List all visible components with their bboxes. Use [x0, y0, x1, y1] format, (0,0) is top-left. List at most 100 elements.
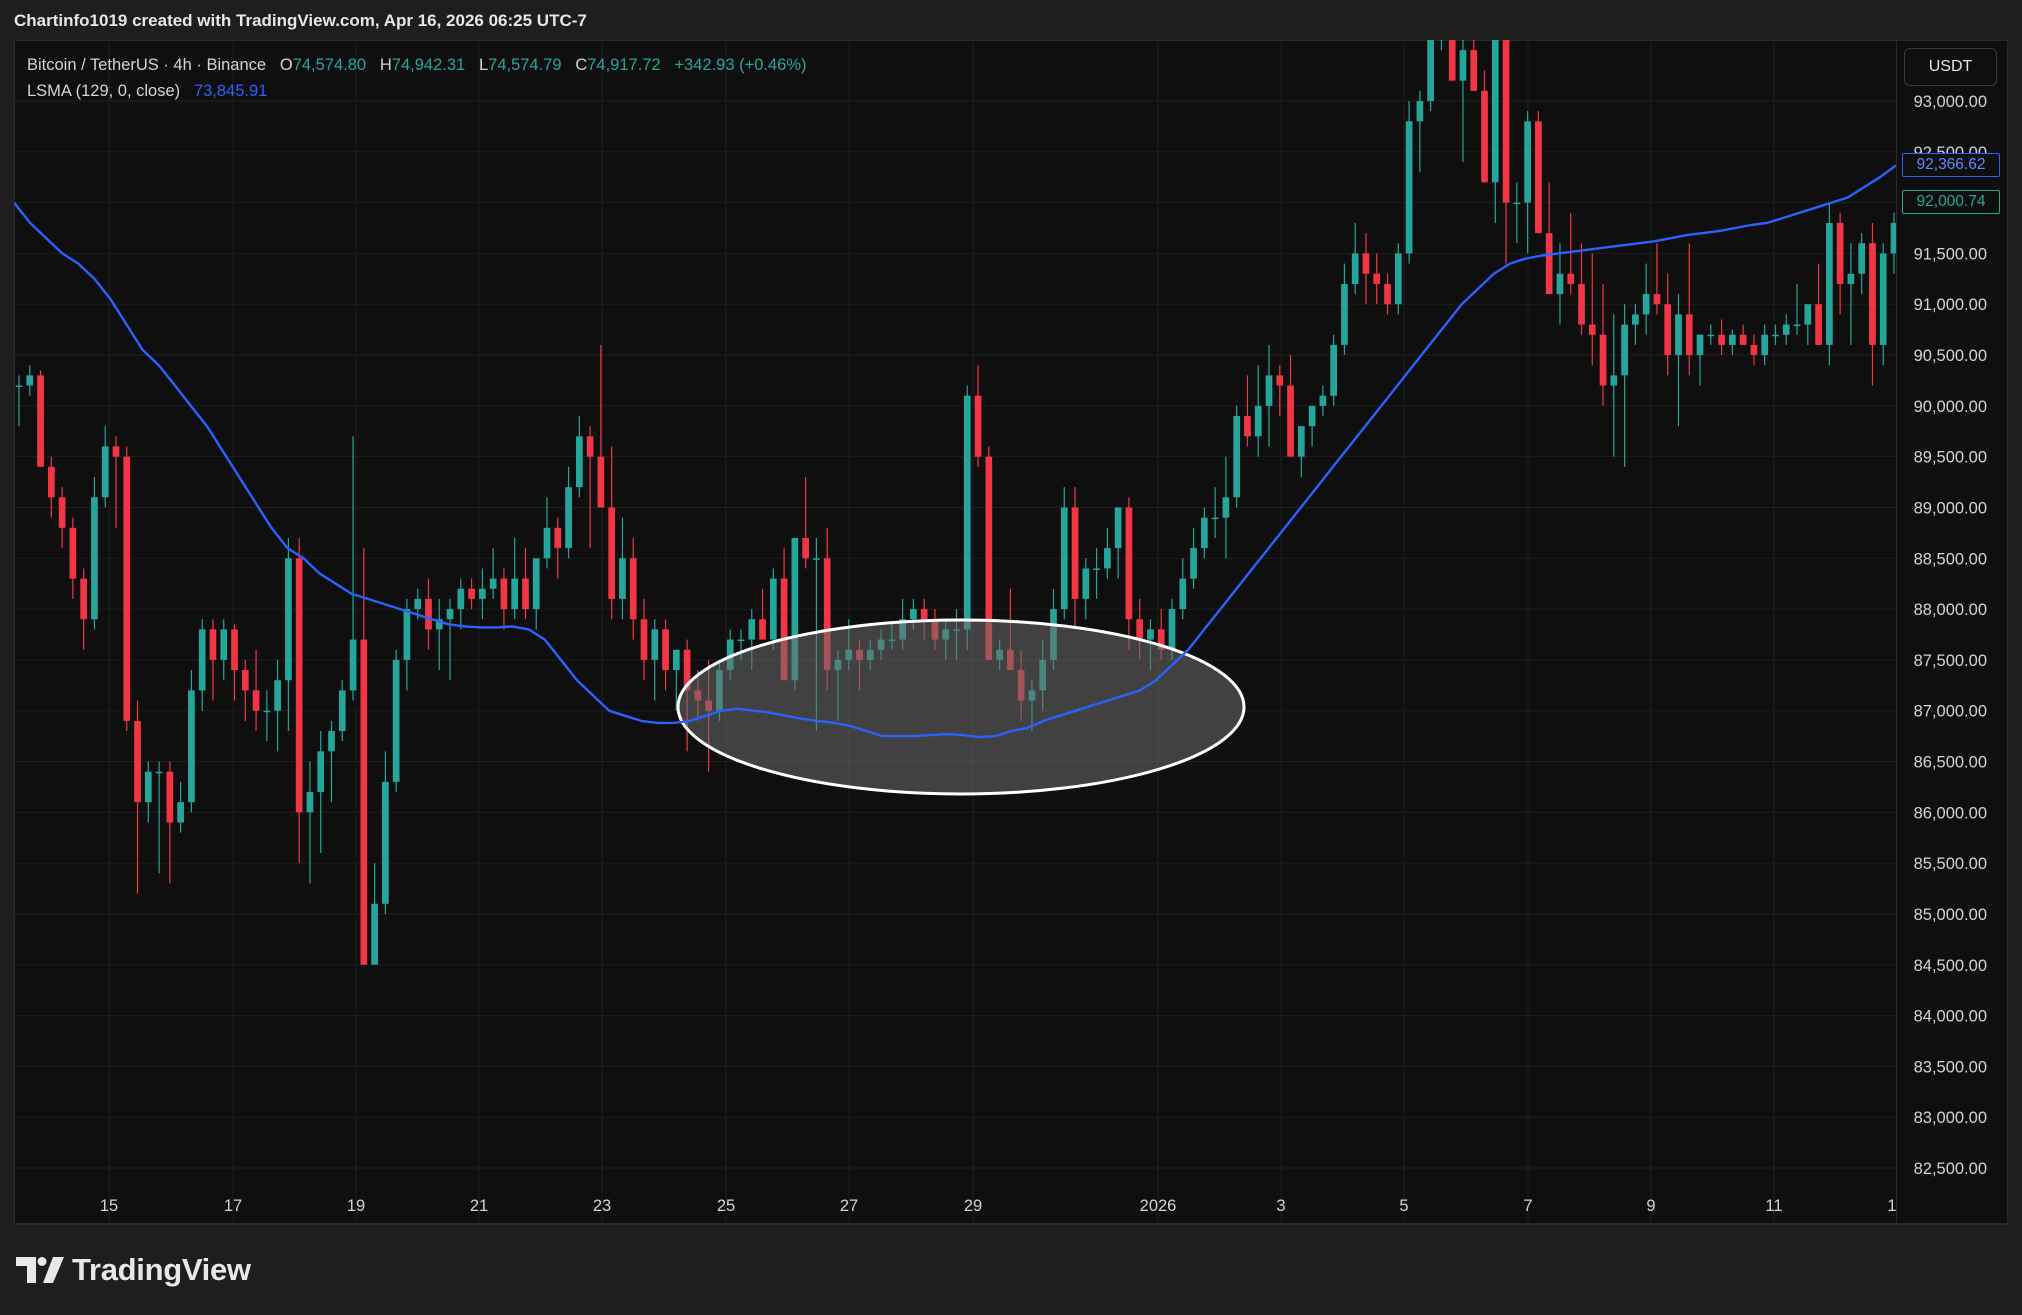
y-tick-label: 90,500.00: [1914, 347, 1987, 365]
candle-body: [241, 670, 249, 691]
candle-body: [1696, 334, 1704, 356]
candle-body: [974, 395, 982, 457]
candle-body: [1545, 233, 1553, 295]
candle-body: [963, 395, 971, 630]
candle-body: [1610, 375, 1618, 386]
y-tick-label: 85,500.00: [1914, 855, 1987, 873]
candle-down: [1535, 111, 1542, 234]
candle-body: [629, 558, 637, 620]
candle-down: [231, 624, 238, 701]
candle-body: [382, 781, 389, 904]
candle-up: [1707, 324, 1715, 345]
currency-button[interactable]: USDT: [1904, 48, 1997, 86]
candle-down: [597, 344, 605, 508]
candle-up: [1438, 40, 1445, 51]
candle-body: [608, 507, 616, 599]
candlestick-chart[interactable]: 93,000.0092,500.0092,000.0091,500.0091,0…: [0, 0, 2022, 1315]
candle-body: [1384, 283, 1391, 305]
candle-body: [1308, 405, 1316, 427]
candle-up: [1804, 304, 1812, 345]
candle-down: [974, 365, 982, 467]
candle-up: [1405, 101, 1413, 264]
y-tick-label: 84,000.00: [1914, 1008, 1987, 1026]
candle-body: [1330, 344, 1337, 396]
candle-body: [1405, 121, 1413, 254]
symbol-legend-row[interactable]: Bitcoin / TetherUS · 4h · Binance O74,57…: [27, 52, 807, 78]
candle-down: [37, 370, 44, 467]
candle-up: [371, 863, 378, 965]
candle-up: [1858, 233, 1866, 295]
candle-body: [576, 436, 583, 488]
candle-body: [1136, 619, 1144, 640]
candle-down: [1470, 40, 1478, 91]
candle-down: [1664, 273, 1672, 376]
y-tick-label: 83,500.00: [1914, 1058, 1987, 1076]
candle-body: [231, 629, 238, 671]
tradingview-wordmark: TradingView: [72, 1252, 251, 1287]
candle-up: [619, 517, 626, 620]
candle-up: [1093, 548, 1100, 599]
candle-up: [446, 598, 454, 681]
candle-body: [1438, 40, 1445, 41]
candle-up: [198, 619, 206, 711]
candle-down: [1545, 182, 1553, 295]
candle-up: [511, 537, 519, 620]
indicator-legend-row[interactable]: LSMA (129, 0, close) 73,845.91: [27, 78, 807, 104]
candle-down: [69, 517, 77, 599]
candle-up: [576, 416, 583, 498]
candle-body: [1578, 283, 1585, 325]
candle-body: [813, 558, 820, 560]
candle-body: [1621, 324, 1628, 376]
candle-body: [1233, 416, 1241, 498]
candle-down: [1373, 253, 1381, 305]
y-tick-label: 84,500.00: [1914, 957, 1987, 975]
close-key: C: [575, 56, 588, 74]
x-tick-label: 5: [1399, 1197, 1408, 1215]
candle-body: [1190, 548, 1197, 579]
candle-up: [1610, 314, 1618, 457]
candle-body: [1416, 101, 1424, 122]
candle-down: [522, 548, 529, 620]
candle-up: [317, 731, 325, 853]
candle-body: [198, 629, 206, 691]
candle-body: [1394, 253, 1402, 305]
candle-body: [1588, 324, 1596, 335]
candle-up: [1427, 40, 1434, 112]
open-key: O: [279, 56, 293, 74]
y-tick-label: 89,500.00: [1914, 449, 1987, 467]
candle-body: [920, 609, 928, 620]
candle-body: [134, 720, 141, 803]
candle-body: [522, 578, 529, 610]
candle-down: [1739, 324, 1747, 345]
candle-up: [457, 578, 465, 630]
candle-down: [1599, 283, 1607, 406]
candle-body: [1481, 90, 1488, 183]
x-tick-label: 11: [1765, 1197, 1782, 1215]
y-tick-label: 89,000.00: [1914, 499, 1987, 517]
candle-body: [285, 558, 292, 681]
footer: [0, 1226, 2022, 1315]
candle-body: [26, 375, 34, 386]
candle-down: [586, 426, 594, 549]
candle-up: [263, 690, 271, 742]
candle-up: [306, 761, 314, 884]
candle-down: [1836, 212, 1844, 315]
candle-body: [1114, 507, 1122, 549]
candle-body: [403, 609, 411, 660]
tradingview-logo[interactable]: TradingView: [16, 1252, 251, 1288]
candle-up: [565, 466, 572, 559]
candle-up: [1114, 507, 1122, 579]
candle-body: [1847, 273, 1855, 284]
candle-body: [166, 771, 174, 823]
candle-body: [112, 446, 120, 457]
low-key: L: [478, 56, 489, 74]
tradingview-logo-icon: [16, 1257, 64, 1283]
candle-body: [748, 619, 756, 640]
candle-body: [1782, 324, 1790, 335]
candle-body: [468, 588, 475, 599]
candle-body: [672, 649, 680, 671]
candle-up: [1642, 263, 1650, 335]
candle-body: [1297, 426, 1305, 457]
candle-body: [1104, 548, 1111, 569]
candle-body: [47, 466, 55, 498]
